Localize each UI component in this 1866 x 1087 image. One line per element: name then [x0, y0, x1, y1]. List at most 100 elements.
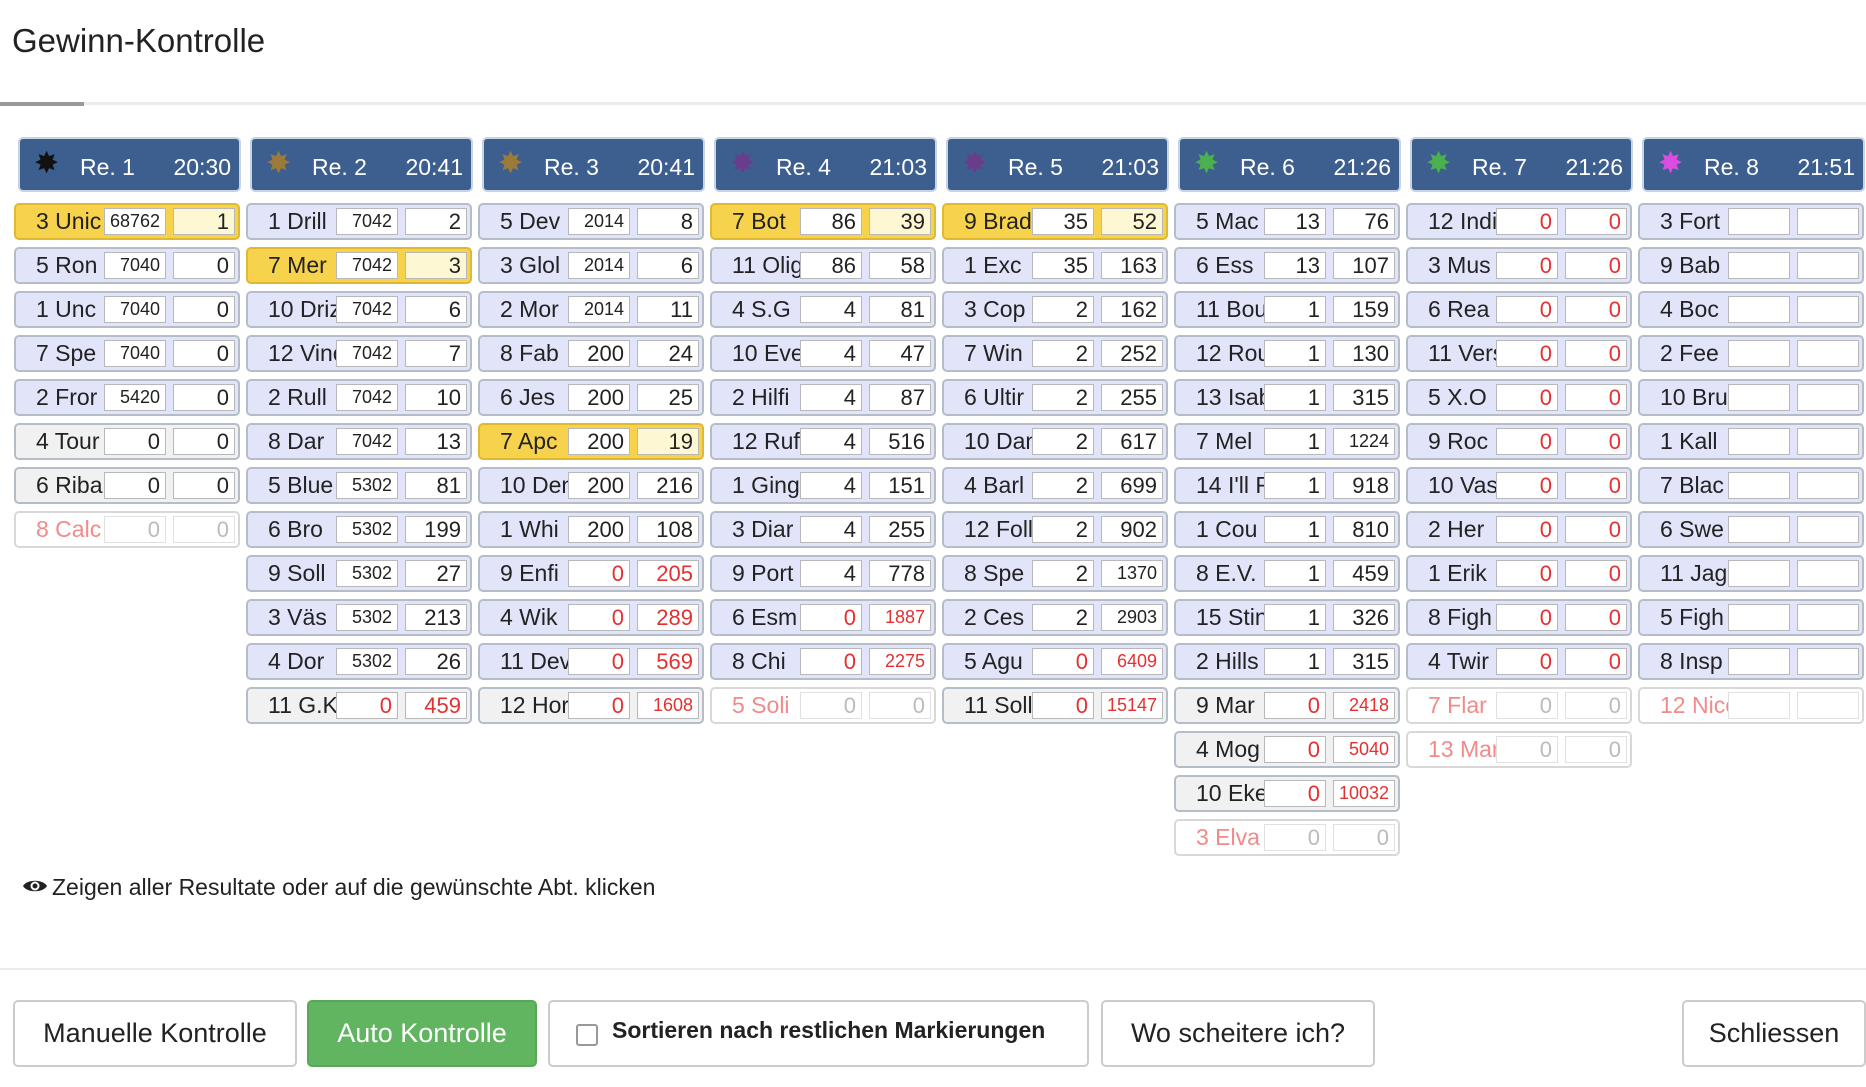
- horse-row[interactable]: 4 Twir 0 0: [1406, 643, 1632, 680]
- horse-row[interactable]: 6 Riba 0 0: [14, 467, 240, 504]
- horse-row[interactable]: 15 Stin 1 326: [1174, 599, 1400, 636]
- race-header[interactable]: ✸ Re. 3 20:41: [482, 137, 705, 192]
- horse-row[interactable]: 7 Apc 200 19: [478, 423, 704, 460]
- horse-row[interactable]: 5 Dev 2014 8: [478, 203, 704, 240]
- info-line[interactable]: Zeigen aller Resultate oder auf die gewü…: [22, 874, 655, 901]
- horse-row[interactable]: 5 Soli 0 0: [710, 687, 936, 724]
- horse-row[interactable]: 3 Mus 0 0: [1406, 247, 1632, 284]
- horse-row[interactable]: 5 Blue 5302 81: [246, 467, 472, 504]
- horse-row[interactable]: 12 Indi 0 0: [1406, 203, 1632, 240]
- horse-row[interactable]: 3 Väs 5302 213: [246, 599, 472, 636]
- horse-row[interactable]: 12 Ruff 4 516: [710, 423, 936, 460]
- horse-row[interactable]: 8 Chi 0 2275: [710, 643, 936, 680]
- horse-row[interactable]: 10 Driz 7042 6: [246, 291, 472, 328]
- horse-row[interactable]: 1 Whi 200 108: [478, 511, 704, 548]
- horse-row[interactable]: 11 Soll 0 15147: [942, 687, 1168, 724]
- horse-row[interactable]: 6 Esm 0 1887: [710, 599, 936, 636]
- horse-row[interactable]: 8 E.V. 1 459: [1174, 555, 1400, 592]
- horse-row[interactable]: 3 Glol 2014 6: [478, 247, 704, 284]
- race-header[interactable]: ✸ Re. 8 21:51: [1642, 137, 1865, 192]
- horse-row[interactable]: 2 Mor 2014 11: [478, 291, 704, 328]
- horse-row[interactable]: 1 Drill 7042 2: [246, 203, 472, 240]
- horse-row[interactable]: 2 Hills 1 315: [1174, 643, 1400, 680]
- horse-row[interactable]: 7 Bot 86 39: [710, 203, 936, 240]
- sort-checkbox[interactable]: [576, 1024, 598, 1046]
- horse-row[interactable]: 3 Diar 4 255: [710, 511, 936, 548]
- horse-row[interactable]: 3 Cop 2 162: [942, 291, 1168, 328]
- horse-row[interactable]: 6 Jes 200 25: [478, 379, 704, 416]
- horse-row[interactable]: 3 Elva 0 0: [1174, 819, 1400, 856]
- horse-row[interactable]: 5 Figh: [1638, 599, 1864, 636]
- horse-row[interactable]: 8 Fab 200 24: [478, 335, 704, 372]
- horse-row[interactable]: 10 Den 200 216: [478, 467, 704, 504]
- horse-row[interactable]: 5 Ron 7040 0: [14, 247, 240, 284]
- where-fail-button[interactable]: Wo scheitere ich?: [1101, 1000, 1375, 1067]
- auto-control-button[interactable]: Auto Kontrolle: [307, 1000, 537, 1067]
- race-header[interactable]: ✸ Re. 6 21:26: [1178, 137, 1401, 192]
- horse-row[interactable]: 11 Dev 0 569: [478, 643, 704, 680]
- horse-row[interactable]: 2 Rull 7042 10: [246, 379, 472, 416]
- sort-checkbox-label[interactable]: Sortieren nach restlichen Markierungen: [612, 1017, 1045, 1044]
- horse-row[interactable]: 11 Vers00: [1406, 335, 1632, 372]
- horse-row[interactable]: 4 Dor 5302 26: [246, 643, 472, 680]
- horse-row[interactable]: 6 Rea 0 0: [1406, 291, 1632, 328]
- horse-row[interactable]: 10 Vas 0 0: [1406, 467, 1632, 504]
- horse-row[interactable]: 4 Wik 0 289: [478, 599, 704, 636]
- horse-row[interactable]: 6 Ess 13 107: [1174, 247, 1400, 284]
- horse-row[interactable]: 8 Calc 0 0: [14, 511, 240, 548]
- horse-row[interactable]: 10 Eve 4 47: [710, 335, 936, 372]
- horse-row[interactable]: 7 Blac: [1638, 467, 1864, 504]
- horse-row[interactable]: 9 Brad 35 52: [942, 203, 1168, 240]
- horse-row[interactable]: 4 Boc: [1638, 291, 1864, 328]
- horse-row[interactable]: 6 Ultir 2 255: [942, 379, 1168, 416]
- horse-row[interactable]: 2 Fror 5420 0: [14, 379, 240, 416]
- horse-row[interactable]: 9 Roc 0 0: [1406, 423, 1632, 460]
- sort-checkbox-group[interactable]: Sortieren nach restlichen Markierungen: [548, 1000, 1089, 1067]
- horse-row[interactable]: 9 Soll 5302 27: [246, 555, 472, 592]
- horse-row[interactable]: 13 Isab 1 315: [1174, 379, 1400, 416]
- horse-row[interactable]: 7 Win 2 252: [942, 335, 1168, 372]
- horse-row[interactable]: 8 Figh 0 0: [1406, 599, 1632, 636]
- horse-row[interactable]: 12 Vinc7042 7: [246, 335, 472, 372]
- horse-row[interactable]: 12 Rou 1 130: [1174, 335, 1400, 372]
- horse-row[interactable]: 2 Hilfi 4 87: [710, 379, 936, 416]
- horse-row[interactable]: 9 Bab: [1638, 247, 1864, 284]
- horse-row[interactable]: 1 Erik 0 0: [1406, 555, 1632, 592]
- horse-row[interactable]: 10 Dan 2 617: [942, 423, 1168, 460]
- horse-row[interactable]: 12 Hor 0 1608: [478, 687, 704, 724]
- horse-row[interactable]: 9 Port 4 778: [710, 555, 936, 592]
- race-header[interactable]: ✸ Re. 5 21:03: [946, 137, 1169, 192]
- horse-row[interactable]: 7 Mel 1 1224: [1174, 423, 1400, 460]
- horse-row[interactable]: 9 Enfi 0 205: [478, 555, 704, 592]
- race-header[interactable]: ✸ Re. 1 20:30: [18, 137, 241, 192]
- horse-row[interactable]: 3 Unic 68762 1: [14, 203, 240, 240]
- horse-row[interactable]: 2 Her 0 0: [1406, 511, 1632, 548]
- horse-row[interactable]: 11 G.K 0 459: [246, 687, 472, 724]
- horse-row[interactable]: 8 Dar 7042 13: [246, 423, 472, 460]
- horse-row[interactable]: 4 Mog 0 5040: [1174, 731, 1400, 768]
- horse-row[interactable]: 6 Bro 5302 199: [246, 511, 472, 548]
- horse-row[interactable]: 2 Ces 2 2903: [942, 599, 1168, 636]
- horse-row[interactable]: 5 X.O 0 0: [1406, 379, 1632, 416]
- horse-row[interactable]: 10 Brui: [1638, 379, 1864, 416]
- race-header[interactable]: ✸ Re. 7 21:26: [1410, 137, 1633, 192]
- horse-row[interactable]: 11 Bou 1 159: [1174, 291, 1400, 328]
- horse-row[interactable]: 1 Unc 7040 0: [14, 291, 240, 328]
- horse-row[interactable]: 1 Exc 35 163: [942, 247, 1168, 284]
- horse-row[interactable]: 7 Spe 7040 0: [14, 335, 240, 372]
- horse-row[interactable]: 4 S.G 4 81: [710, 291, 936, 328]
- horse-row[interactable]: 7 Flar 0 0: [1406, 687, 1632, 724]
- manual-control-button[interactable]: Manuelle Kontrolle: [13, 1000, 297, 1067]
- horse-row[interactable]: 11 Jag: [1638, 555, 1864, 592]
- close-button[interactable]: Schliessen: [1682, 1000, 1866, 1067]
- horse-row[interactable]: 1 Kall: [1638, 423, 1864, 460]
- horse-row[interactable]: 3 Fort: [1638, 203, 1864, 240]
- horse-row[interactable]: 4 Tour 0 0: [14, 423, 240, 460]
- horse-row[interactable]: 11 Olig 86 58: [710, 247, 936, 284]
- horse-row[interactable]: 5 Agu 0 6409: [942, 643, 1168, 680]
- horse-row[interactable]: 10 Eke 0 10032: [1174, 775, 1400, 812]
- race-header[interactable]: ✸ Re. 4 21:03: [714, 137, 937, 192]
- race-header[interactable]: ✸ Re. 2 20:41: [250, 137, 473, 192]
- horse-row[interactable]: 8 Spe 2 1370: [942, 555, 1168, 592]
- horse-row[interactable]: 13 Mar 0 0: [1406, 731, 1632, 768]
